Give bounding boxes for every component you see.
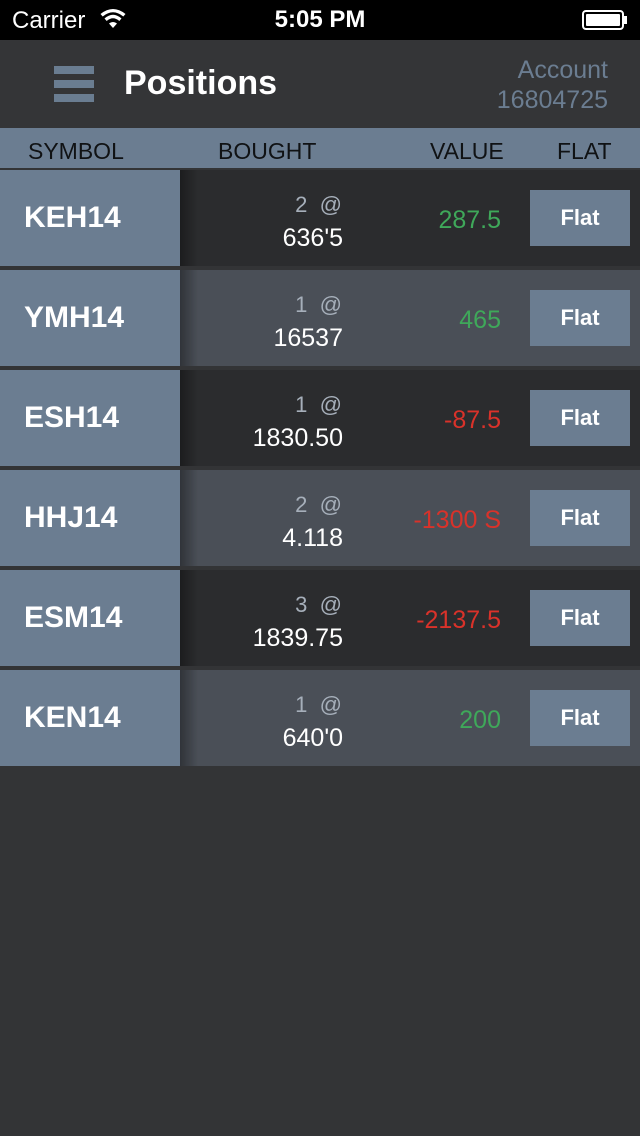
- flat-button[interactable]: Flat: [530, 490, 630, 546]
- quantity-value: 2: [295, 492, 308, 517]
- position-price: 16537: [273, 324, 343, 352]
- quantity-value: 2: [295, 192, 308, 217]
- column-flat: FLAT: [557, 138, 612, 164]
- position-value: -87.5: [444, 406, 501, 434]
- position-price: 4.118: [282, 524, 343, 552]
- position-quantity: 1 @: [295, 392, 342, 418]
- position-quantity: 1 @: [295, 292, 342, 318]
- position-symbol[interactable]: YMH14: [0, 270, 180, 366]
- flat-button[interactable]: Flat: [530, 190, 630, 246]
- position-price: 1830.50: [252, 424, 343, 452]
- position-row[interactable]: YMH14 1 @16537 465 Flat: [0, 270, 640, 366]
- row-divider-shadow: [180, 470, 198, 566]
- position-symbol[interactable]: HHJ14: [0, 470, 180, 566]
- account-number: 16804725: [496, 86, 608, 114]
- quantity-value: 1: [295, 692, 308, 717]
- position-row[interactable]: HHJ14 2 @4.118 -1300 S Flat: [0, 470, 640, 566]
- flat-button[interactable]: Flat: [530, 590, 630, 646]
- position-price: 1839.75: [252, 624, 343, 652]
- page-title: Positions: [124, 64, 278, 102]
- flat-button[interactable]: Flat: [530, 290, 630, 346]
- flat-button[interactable]: Flat: [530, 690, 630, 746]
- position-quantity: 2 @: [295, 192, 342, 218]
- column-bought: BOUGHT: [218, 138, 317, 164]
- position-price: 640'0: [282, 724, 343, 752]
- column-value: VALUE: [430, 138, 504, 164]
- row-divider-shadow: [180, 170, 198, 266]
- flat-button[interactable]: Flat: [530, 390, 630, 446]
- at-symbol: @: [319, 192, 342, 217]
- column-header: SYMBOL BOUGHT VALUE FLAT: [0, 128, 640, 168]
- position-value: -1300 S: [413, 506, 501, 534]
- clock: 5:05 PM: [274, 6, 366, 33]
- position-row[interactable]: ESM14 3 @1839.75 -2137.5 Flat: [0, 570, 640, 666]
- quantity-value: 3: [295, 592, 308, 617]
- at-symbol: @: [319, 492, 342, 517]
- column-symbol: SYMBOL: [28, 138, 124, 164]
- position-value: -2137.5: [416, 606, 501, 634]
- row-divider-shadow: [180, 370, 198, 466]
- quantity-value: 1: [295, 392, 308, 417]
- at-symbol: @: [319, 592, 342, 617]
- position-row[interactable]: ESH14 1 @1830.50 -87.5 Flat: [0, 370, 640, 466]
- row-divider-shadow: [180, 270, 198, 366]
- position-quantity: 1 @: [295, 692, 342, 718]
- position-quantity: 3 @: [295, 592, 342, 618]
- row-divider-shadow: [180, 670, 198, 766]
- account-label: Account: [517, 56, 608, 84]
- row-divider-shadow: [180, 570, 198, 666]
- position-value: 200: [459, 706, 501, 734]
- position-symbol[interactable]: KEH14: [0, 170, 180, 266]
- position-row[interactable]: KEN14 1 @640'0 200 Flat: [0, 670, 640, 766]
- position-symbol[interactable]: ESM14: [0, 570, 180, 666]
- position-symbol[interactable]: ESH14: [0, 370, 180, 466]
- position-symbol[interactable]: KEN14: [0, 670, 180, 766]
- battery-icon: [582, 10, 628, 30]
- position-quantity: 2 @: [295, 492, 342, 518]
- menu-icon[interactable]: [54, 66, 94, 104]
- nav-bar: Positions Account 16804725: [0, 40, 640, 128]
- at-symbol: @: [319, 392, 342, 417]
- position-value: 465: [459, 306, 501, 334]
- quantity-value: 1: [295, 292, 308, 317]
- at-symbol: @: [319, 292, 342, 317]
- position-price: 636'5: [282, 224, 343, 252]
- at-symbol: @: [319, 692, 342, 717]
- position-row[interactable]: KEH14 2 @636'5 287.5 Flat: [0, 170, 640, 266]
- status-bar: Carrier 5:05 PM: [0, 0, 640, 40]
- position-value: 287.5: [438, 206, 501, 234]
